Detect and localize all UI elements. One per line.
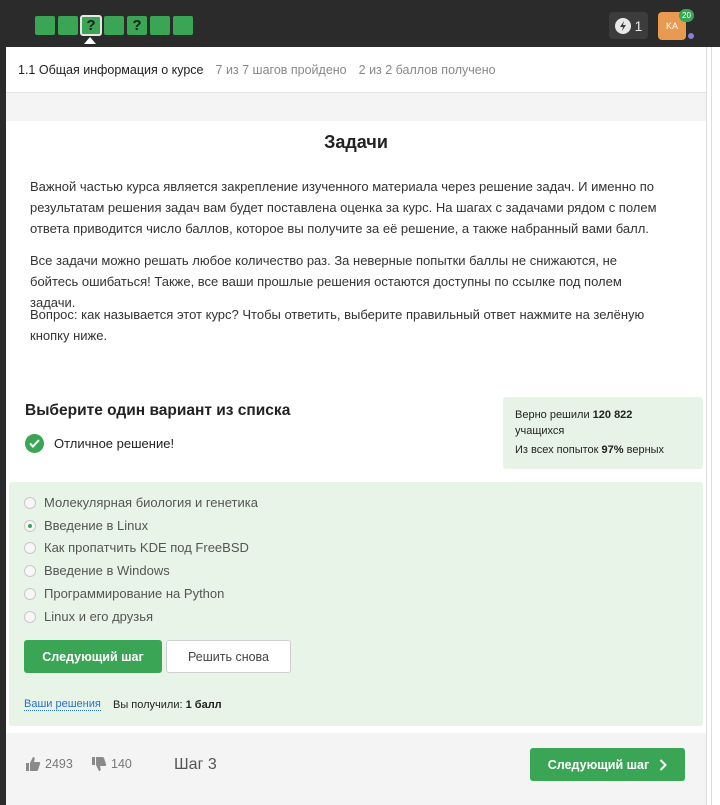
option-label: Введение в Windows xyxy=(44,563,170,578)
option-intro-linux[interactable]: Введение в Linux xyxy=(24,518,148,533)
attempts-suffix: верных xyxy=(626,444,665,456)
success-message: Отличное решение! xyxy=(25,434,174,453)
option-python[interactable]: Программирование на Python xyxy=(24,586,224,601)
current-step-marker xyxy=(84,37,96,44)
radio-button[interactable] xyxy=(24,587,36,600)
step-1[interactable] xyxy=(35,16,55,35)
paragraph-intro: Важной частью курса является закрепление… xyxy=(30,179,657,236)
option-label: Как пропатчить KDE под FreeBSD xyxy=(44,540,249,555)
radio-button[interactable] xyxy=(24,564,36,577)
paragraph-question: Вопрос: как называется этот курс? Чтобы … xyxy=(30,307,645,343)
footer-next-step-button[interactable]: Следующий шаг xyxy=(530,748,685,781)
option-molecular-biology[interactable]: Молекулярная биология и генетика xyxy=(24,495,258,510)
option-label: Введение в Linux xyxy=(44,518,149,533)
thumbs-up-icon xyxy=(26,757,41,771)
option-intro-windows[interactable]: Введение в Windows xyxy=(24,563,170,578)
option-linux-friends[interactable]: Linux и его друзья xyxy=(24,609,153,624)
option-label: Программирование на Python xyxy=(44,586,225,601)
energy-count: 1 xyxy=(634,17,643,34)
success-text: Отличное решение! xyxy=(54,436,175,451)
your-solutions-link[interactable]: Ваши решения xyxy=(24,698,101,711)
dislikes-count: 140 xyxy=(111,757,132,771)
like-button[interactable]: 2493 xyxy=(25,756,73,772)
radio-button-selected[interactable] xyxy=(24,519,36,532)
scrollbar-track[interactable] xyxy=(706,47,720,805)
option-kde-freebsd[interactable]: Как пропатчить KDE под FreeBSD xyxy=(24,540,249,555)
solved-prefix: Верно решили xyxy=(515,409,590,421)
likes-count: 2493 xyxy=(45,757,73,771)
notification-badge: 20 xyxy=(679,9,694,22)
step-progress-bar: ? ? xyxy=(35,15,193,36)
solved-count: 120 822 xyxy=(592,409,633,421)
radio-button[interactable] xyxy=(24,541,36,554)
top-navigation-bar: ? ? 1 KA 20 xyxy=(0,0,720,47)
quiz-title: Выберите один вариант из списка xyxy=(25,402,291,419)
step-5[interactable]: ? xyxy=(127,16,147,35)
checkmark-icon xyxy=(25,434,44,453)
step-3-current[interactable]: ? xyxy=(80,15,102,36)
step-4[interactable] xyxy=(104,16,124,35)
lightning-icon xyxy=(614,17,631,34)
step-2[interactable] xyxy=(58,16,78,35)
footer-next-label: Следующий шаг xyxy=(547,757,650,772)
thumbs-down-icon xyxy=(92,757,107,771)
energy-counter[interactable]: 1 xyxy=(609,12,648,39)
stats-box: Верно решили 120 822 учащихся Из всех по… xyxy=(503,397,703,469)
attempts-prefix: Из всех попыток xyxy=(515,444,599,456)
radio-button[interactable] xyxy=(24,496,36,509)
score-value: 1 балл xyxy=(185,699,222,711)
option-label: Linux и его друзья xyxy=(44,609,154,624)
header-spacer xyxy=(6,93,706,121)
score-prefix: Вы получили: xyxy=(113,699,183,711)
chevron-right-icon xyxy=(660,758,668,771)
score-progress: 2 из 2 баллов получено xyxy=(358,62,496,77)
steps-progress: 7 из 7 шагов пройдено xyxy=(215,62,347,77)
option-label: Молекулярная биология и генетика xyxy=(44,495,258,510)
step-7[interactable] xyxy=(173,16,193,35)
solved-suffix: учащихся xyxy=(515,425,565,437)
page-title: Задачи xyxy=(324,132,388,152)
attempts-percent: 97% xyxy=(601,444,624,456)
next-step-button[interactable]: Следующий шаг xyxy=(24,640,162,673)
step-label: Шаг 3 xyxy=(174,756,217,773)
lesson-header: 1.1 Общая информация о курсе 7 из 7 шаго… xyxy=(6,47,706,93)
score-received: Вы получили: 1 балл xyxy=(113,699,222,711)
retry-button[interactable]: Решить снова xyxy=(166,640,291,673)
step-6[interactable] xyxy=(150,16,170,35)
radio-button[interactable] xyxy=(24,610,36,623)
lesson-title[interactable]: 1.1 Общая информация о курсе xyxy=(18,63,204,77)
dislike-button[interactable]: 140 xyxy=(91,756,132,772)
status-dot xyxy=(688,33,694,39)
